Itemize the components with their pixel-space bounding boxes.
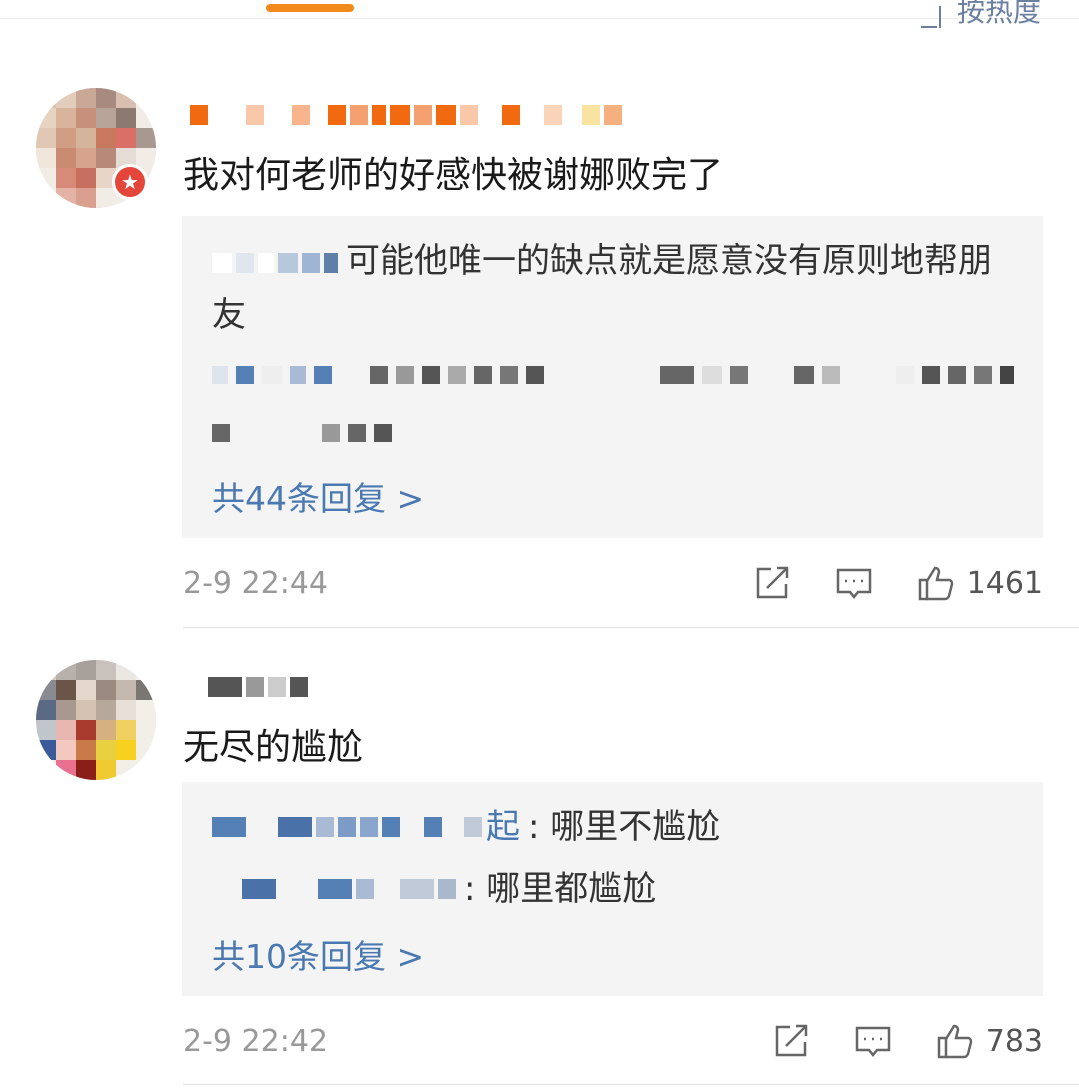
reply-item[interactable]: 可能他唯一的缺点就是愿意没有原则地帮朋友 xyxy=(212,234,1012,342)
timestamp: 2-9 22:42 xyxy=(183,1023,328,1059)
timestamp: 2-9 22:44 xyxy=(183,565,328,601)
like-button[interactable]: 1461 xyxy=(917,564,1043,602)
reply-item[interactable]: 起 : 哪里不尴尬 xyxy=(212,800,720,854)
reply-text: : 哪里不尴尬 xyxy=(528,807,721,847)
sort-label: 按热度 xyxy=(956,0,1041,28)
thumbs-up-icon xyxy=(918,566,953,601)
username[interactable] xyxy=(208,672,308,702)
reply-item[interactable]: : 哪里都尴尬 xyxy=(242,862,656,916)
like-count: 783 xyxy=(985,1023,1043,1059)
reply-item-blurred[interactable] xyxy=(212,366,1014,384)
thumbs-up-icon xyxy=(937,1024,972,1059)
reply-author-tail: 起 xyxy=(486,807,520,847)
reply-preview-box[interactable]: 可能他唯一的缺点就是愿意没有原则地帮朋友 共44条回复 > xyxy=(182,216,1043,538)
reply-text: : 哪里都尴尬 xyxy=(464,869,657,909)
username[interactable] xyxy=(190,100,622,130)
like-count: 1461 xyxy=(966,565,1043,601)
comment-icon[interactable] xyxy=(835,564,873,602)
share-icon[interactable] xyxy=(753,564,791,602)
reply-item-blurred-cont xyxy=(212,424,392,442)
reply-author[interactable] xyxy=(212,252,338,273)
comment-text: 无尽的尴尬 xyxy=(183,727,364,768)
comment-icon[interactable] xyxy=(854,1022,892,1060)
vip-badge-icon: ★ xyxy=(112,164,148,200)
like-button[interactable]: 783 xyxy=(936,1022,1043,1060)
sort-icon xyxy=(917,0,947,32)
reply-preview-box[interactable]: 起 : 哪里不尴尬 : 哪里都尴尬 共10条回复 > xyxy=(182,782,1043,996)
active-tab-indicator xyxy=(266,4,354,12)
comment-divider xyxy=(183,627,1079,628)
more-replies-link[interactable]: 共10条回复 > xyxy=(212,930,424,978)
share-icon[interactable] xyxy=(772,1022,810,1060)
avatar[interactable] xyxy=(36,660,156,780)
reply-author[interactable]: 起 xyxy=(212,800,520,854)
comment-divider xyxy=(183,1084,1079,1085)
reply-author[interactable] xyxy=(242,879,456,899)
more-replies-link[interactable]: 共44条回复 > xyxy=(212,472,424,520)
comment-text: 我对何老师的好感快被谢娜败完了 xyxy=(183,155,724,196)
sort-toggle[interactable]: 按热度 xyxy=(917,0,1041,32)
